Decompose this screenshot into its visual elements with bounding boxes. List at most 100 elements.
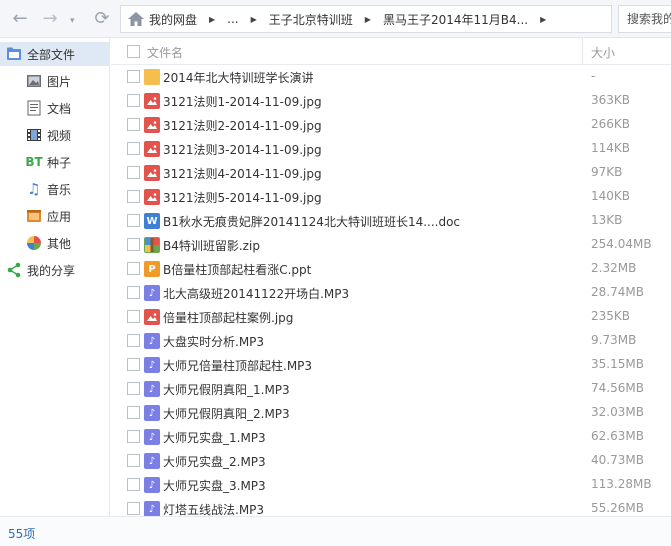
- audio-file-icon: ♪: [144, 429, 160, 445]
- refresh-button[interactable]: ⟳: [92, 9, 112, 29]
- table-row[interactable]: ♪ 大盘实时分析.MP3 9.73MB: [111, 329, 671, 353]
- column-header-name[interactable]: 文件名: [147, 44, 183, 61]
- row-checkbox[interactable]: [127, 262, 140, 275]
- row-checkbox[interactable]: [127, 310, 140, 323]
- row-checkbox[interactable]: [127, 358, 140, 371]
- sidebar-item-my-share[interactable]: 我的分享: [0, 258, 109, 282]
- file-name[interactable]: 倍量柱顶部起柱案例.jpg: [163, 309, 293, 326]
- breadcrumb-item-ellipsis[interactable]: ...: [227, 12, 238, 26]
- file-name[interactable]: 3121法则3-2014-11-09.jpg: [163, 141, 322, 158]
- row-checkbox[interactable]: [127, 502, 140, 515]
- table-row[interactable]: 3121法则4-2014-11-09.jpg 97KB: [111, 161, 671, 185]
- back-button[interactable]: ←: [10, 9, 30, 29]
- table-row[interactable]: P B倍量柱顶部起柱看涨C.ppt 2.32MB: [111, 257, 671, 281]
- video-icon: [26, 127, 42, 143]
- file-size: 32.03MB: [591, 405, 644, 419]
- sidebar-item-music[interactable]: ♫ 音乐: [0, 177, 109, 201]
- file-name[interactable]: 大师兄实盘_3.MP3: [163, 477, 266, 494]
- file-size: 235KB: [591, 309, 631, 323]
- file-list-header: 文件名 大小: [111, 38, 671, 65]
- audio-file-icon: ♪: [144, 357, 160, 373]
- sidebar-item-other[interactable]: 其他: [0, 231, 109, 255]
- audio-file-icon: ♪: [144, 285, 160, 301]
- table-row[interactable]: B4特训班留影.zip 254.04MB: [111, 233, 671, 257]
- breadcrumb-item-current[interactable]: 黑马王子2014年11月B4...: [383, 11, 528, 28]
- row-checkbox[interactable]: [127, 214, 140, 227]
- file-name[interactable]: 大师兄倍量柱顶部起柱.MP3: [163, 357, 312, 374]
- search-input[interactable]: 搜索我的: [618, 5, 671, 33]
- breadcrumb-item-folder[interactable]: 王子北京特训班: [269, 11, 353, 28]
- row-checkbox[interactable]: [127, 190, 140, 203]
- table-row[interactable]: ♪ 大师兄实盘_1.MP3 62.63MB: [111, 425, 671, 449]
- home-icon[interactable]: [127, 11, 145, 27]
- file-name[interactable]: 3121法则2-2014-11-09.jpg: [163, 117, 322, 134]
- sidebar-item-images[interactable]: 图片: [0, 69, 109, 93]
- sidebar-item-apps[interactable]: 应用: [0, 204, 109, 228]
- table-row[interactable]: 2014年北大特训班学长演讲 -: [111, 65, 671, 89]
- column-header-size[interactable]: 大小: [591, 44, 615, 61]
- table-row[interactable]: 3121法则5-2014-11-09.jpg 140KB: [111, 185, 671, 209]
- column-resize-handle[interactable]: [582, 38, 583, 65]
- forward-button[interactable]: →: [40, 9, 60, 29]
- file-name[interactable]: 灯塔五线战法.MP3: [163, 501, 264, 516]
- row-checkbox[interactable]: [127, 70, 140, 83]
- select-all-checkbox[interactable]: [127, 45, 140, 58]
- row-checkbox[interactable]: [127, 334, 140, 347]
- table-row[interactable]: W B1秋水无痕贵妃胖20141124北大特训班班长14....doc 13KB: [111, 209, 671, 233]
- file-name[interactable]: 大师兄假阴真阳_2.MP3: [163, 405, 290, 422]
- sidebar-item-torrents[interactable]: BT 种子: [0, 150, 109, 174]
- audio-file-icon: ♪: [144, 477, 160, 493]
- table-row[interactable]: ♪ 大师兄实盘_2.MP3 40.73MB: [111, 449, 671, 473]
- file-size: 114KB: [591, 141, 631, 155]
- sidebar-item-documents[interactable]: 文档: [0, 96, 109, 120]
- file-name[interactable]: 大师兄实盘_1.MP3: [163, 429, 266, 446]
- file-name[interactable]: 3121法则5-2014-11-09.jpg: [163, 189, 322, 206]
- file-size: 28.74MB: [591, 285, 644, 299]
- file-size: 97KB: [591, 165, 623, 179]
- breadcrumb-separator-icon: ▶: [250, 14, 257, 24]
- table-row[interactable]: ♪ 大师兄假阴真阳_1.MP3 74.56MB: [111, 377, 671, 401]
- file-name[interactable]: 3121法则1-2014-11-09.jpg: [163, 93, 322, 110]
- file-size: 140KB: [591, 189, 631, 203]
- table-row[interactable]: ♪ 大师兄假阴真阳_2.MP3 32.03MB: [111, 401, 671, 425]
- file-name[interactable]: B4特训班留影.zip: [163, 237, 260, 254]
- image-file-icon: [144, 309, 160, 325]
- file-size: -: [591, 69, 596, 83]
- sidebar-item-all-files[interactable]: 全部文件: [0, 42, 109, 66]
- history-dropdown-icon[interactable]: ▾: [70, 16, 75, 26]
- table-row[interactable]: 倍量柱顶部起柱案例.jpg 235KB: [111, 305, 671, 329]
- row-checkbox[interactable]: [127, 166, 140, 179]
- sidebar-item-label: 其他: [47, 236, 72, 251]
- file-name[interactable]: 大师兄实盘_2.MP3: [163, 453, 266, 470]
- file-name[interactable]: B倍量柱顶部起柱看涨C.ppt: [163, 261, 311, 278]
- table-row[interactable]: ♪ 大师兄倍量柱顶部起柱.MP3 35.15MB: [111, 353, 671, 377]
- audio-file-icon: ♪: [144, 405, 160, 421]
- file-name[interactable]: 大盘实时分析.MP3: [163, 333, 264, 350]
- row-checkbox[interactable]: [127, 142, 140, 155]
- file-name[interactable]: 2014年北大特训班学长演讲: [163, 69, 314, 86]
- file-name[interactable]: 大师兄假阴真阳_1.MP3: [163, 381, 290, 398]
- image-icon: [26, 73, 42, 89]
- table-row[interactable]: 3121法则2-2014-11-09.jpg 266KB: [111, 113, 671, 137]
- table-row[interactable]: ♪ 北大高级班20141122开场白.MP3 28.74MB: [111, 281, 671, 305]
- sidebar-item-videos[interactable]: 视频: [0, 123, 109, 147]
- row-checkbox[interactable]: [127, 382, 140, 395]
- row-checkbox[interactable]: [127, 454, 140, 467]
- row-checkbox[interactable]: [127, 430, 140, 443]
- row-checkbox[interactable]: [127, 118, 140, 131]
- table-row[interactable]: ♪ 大师兄实盘_3.MP3 113.28MB: [111, 473, 671, 497]
- row-checkbox[interactable]: [127, 478, 140, 491]
- table-row[interactable]: 3121法则1-2014-11-09.jpg 363KB: [111, 89, 671, 113]
- file-name[interactable]: B1秋水无痕贵妃胖20141124北大特训班班长14....doc: [163, 213, 460, 230]
- breadcrumb-item-my-disk[interactable]: 我的网盘: [149, 11, 197, 28]
- table-row[interactable]: ♪ 灯塔五线战法.MP3 55.26MB: [111, 497, 671, 516]
- file-name[interactable]: 北大高级班20141122开场白.MP3: [163, 285, 349, 302]
- table-row[interactable]: 3121法则3-2014-11-09.jpg 114KB: [111, 137, 671, 161]
- image-file-icon: [144, 165, 160, 181]
- file-name[interactable]: 3121法则4-2014-11-09.jpg: [163, 165, 322, 182]
- row-checkbox[interactable]: [127, 94, 140, 107]
- row-checkbox[interactable]: [127, 286, 140, 299]
- row-checkbox[interactable]: [127, 406, 140, 419]
- file-size: 74.56MB: [591, 381, 644, 395]
- row-checkbox[interactable]: [127, 238, 140, 251]
